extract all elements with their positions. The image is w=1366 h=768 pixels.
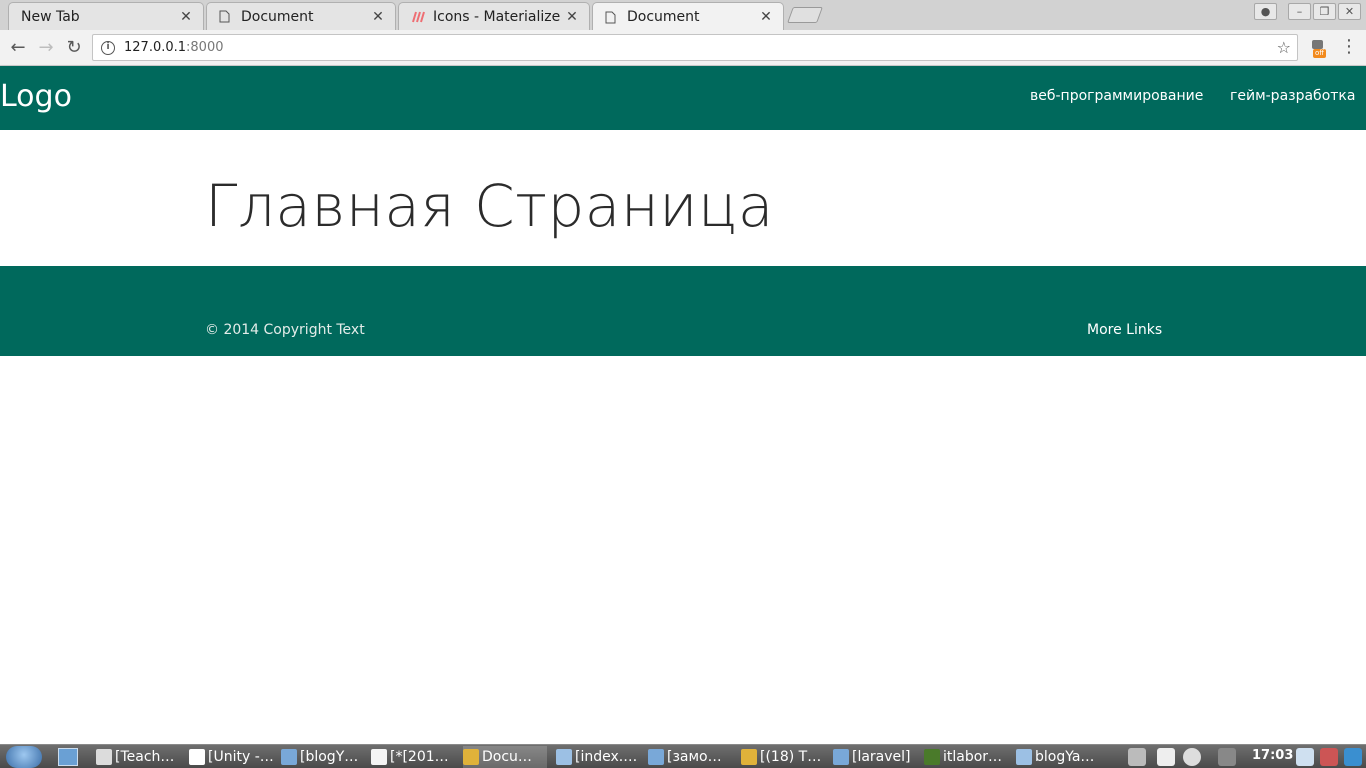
chrome-icon bbox=[463, 749, 479, 765]
close-window-button[interactable]: ✕ bbox=[1338, 3, 1361, 20]
taskbar-item[interactable]: [(18) T… bbox=[741, 746, 827, 768]
profile-icon[interactable]: ● bbox=[1254, 3, 1277, 20]
window-icon bbox=[1016, 749, 1032, 765]
taskbar-item[interactable]: Docu… bbox=[463, 746, 547, 768]
taskbar-item[interactable]: [замо… bbox=[648, 746, 734, 768]
notes-icon[interactable] bbox=[1296, 748, 1314, 766]
text-editor-icon bbox=[371, 749, 387, 765]
close-icon[interactable]: ✕ bbox=[371, 9, 385, 25]
terminal-icon bbox=[924, 749, 940, 765]
web-page: Logo веб-программирование гейм-разработк… bbox=[0, 66, 1366, 744]
taskbar-item[interactable]: [*[201… bbox=[371, 746, 457, 768]
page-title: Главная Страница bbox=[205, 172, 774, 240]
unity-icon bbox=[189, 749, 205, 765]
materialize-icon bbox=[411, 11, 425, 23]
tab-title: Icons - Materialize bbox=[433, 8, 561, 25]
taskbar-item-label: [index.… bbox=[575, 749, 638, 765]
taskbar-item-label: [(18) T… bbox=[760, 749, 822, 765]
folder-icon bbox=[648, 749, 664, 765]
new-tab-button[interactable] bbox=[787, 7, 823, 23]
taskbar-item[interactable]: [index.… bbox=[556, 746, 642, 768]
warning-icon[interactable] bbox=[1320, 748, 1338, 766]
taskbar-item-label: itlabor… bbox=[943, 749, 1003, 765]
clock: 17:03 bbox=[1252, 748, 1294, 763]
site-navbar: Logo веб-программирование гейм-разработк… bbox=[0, 66, 1366, 130]
tab-title: New Tab bbox=[21, 8, 80, 25]
taskbar-item-label: [laravel] bbox=[852, 749, 911, 765]
page-icon bbox=[605, 11, 619, 24]
taskbar-item-label: [Unity -… bbox=[208, 749, 274, 765]
taskbar-item-label: blogYa… bbox=[1035, 749, 1095, 765]
os-taskbar: [Teach… [Unity -… [blogY… [*[201… Docu… [inde… bbox=[0, 744, 1366, 768]
back-button[interactable]: ← bbox=[6, 36, 30, 60]
page-icon bbox=[219, 10, 233, 23]
window-icon bbox=[556, 749, 572, 765]
address-bar[interactable]: i 127.0.0.1 :8000 ☆ bbox=[92, 34, 1298, 61]
site-footer: © 2014 Copyright Text More Links bbox=[0, 266, 1366, 356]
browser-tabstrip: New Tab ✕ Document ✕ Icons - Materialize… bbox=[0, 0, 1366, 31]
maximize-button[interactable]: ❐ bbox=[1313, 3, 1336, 20]
close-icon[interactable]: ✕ bbox=[759, 9, 773, 25]
show-desktop-button[interactable] bbox=[58, 748, 78, 766]
dropbox-icon[interactable] bbox=[1157, 748, 1175, 766]
desktop-icon[interactable] bbox=[1344, 748, 1362, 766]
nav-link-web[interactable]: веб-программирование bbox=[1030, 88, 1203, 104]
footer-more-links[interactable]: More Links bbox=[1087, 322, 1162, 338]
taskbar-item[interactable]: [Teach… bbox=[96, 746, 184, 768]
taskbar-item-label: [*[201… bbox=[390, 749, 449, 765]
taskbar-item-label: [blogY… bbox=[300, 749, 359, 765]
forward-button[interactable]: → bbox=[34, 36, 58, 60]
site-logo[interactable]: Logo bbox=[0, 79, 72, 114]
info-icon[interactable]: i bbox=[101, 40, 115, 55]
tab-title: Document bbox=[241, 8, 314, 25]
pidgin-tray-icon[interactable] bbox=[1183, 748, 1201, 766]
footer-copyright: © 2014 Copyright Text bbox=[205, 322, 365, 338]
menu-icon[interactable]: ⋮ bbox=[1340, 37, 1358, 57]
browser-tab[interactable]: New Tab ✕ bbox=[8, 2, 204, 30]
taskbar-item-label: [замо… bbox=[667, 749, 722, 765]
chrome-icon bbox=[741, 749, 757, 765]
network-icon[interactable] bbox=[1128, 748, 1146, 766]
minimize-button[interactable]: – bbox=[1288, 3, 1311, 20]
folder-icon bbox=[833, 749, 849, 765]
browser-tab[interactable]: Document ✕ bbox=[206, 2, 396, 30]
taskbar-item[interactable]: [blogY… bbox=[281, 746, 365, 768]
extension-badge: off bbox=[1313, 49, 1327, 58]
taskbar-item[interactable]: [Unity -… bbox=[189, 746, 275, 768]
folder-icon bbox=[281, 749, 297, 765]
taskbar-item[interactable]: itlabor… bbox=[924, 746, 1010, 768]
hero-section: Главная Страница bbox=[0, 130, 1366, 266]
taskbar-item-label: Docu… bbox=[482, 749, 532, 765]
taskbar-item-label: [Teach… bbox=[115, 749, 175, 765]
browser-tab[interactable]: Icons - Materialize ✕ bbox=[398, 2, 590, 30]
browser-toolbar: ← → ↻ i 127.0.0.1 :8000 ☆ off ⋮ bbox=[0, 30, 1366, 66]
taskbar-item[interactable]: [laravel] bbox=[833, 746, 917, 768]
pidgin-icon bbox=[96, 749, 112, 765]
tab-title: Document bbox=[627, 9, 700, 25]
reload-button[interactable]: ↻ bbox=[62, 36, 86, 60]
signal-icon[interactable] bbox=[1218, 748, 1236, 766]
nav-link-gamedev[interactable]: гейм-разработка bbox=[1230, 88, 1355, 104]
bookmark-star-icon[interactable]: ☆ bbox=[1277, 38, 1291, 57]
start-menu-button[interactable] bbox=[6, 746, 42, 768]
browser-tab-active[interactable]: Document ✕ bbox=[592, 2, 784, 31]
taskbar-item[interactable]: blogYa… bbox=[1016, 746, 1104, 768]
url-port: :8000 bbox=[186, 40, 224, 55]
url-host: 127.0.0.1 bbox=[124, 40, 187, 55]
close-icon[interactable]: ✕ bbox=[565, 9, 579, 25]
close-icon[interactable]: ✕ bbox=[179, 9, 193, 25]
extension-icon[interactable]: off bbox=[1309, 37, 1331, 59]
